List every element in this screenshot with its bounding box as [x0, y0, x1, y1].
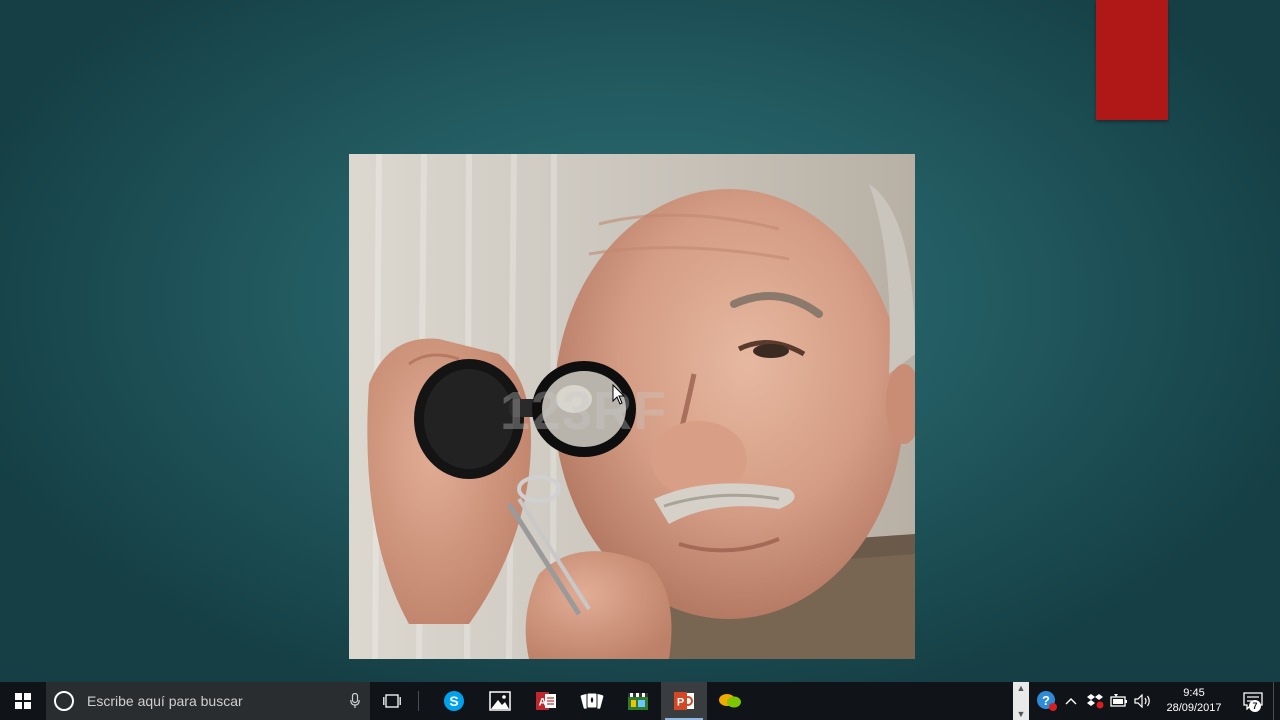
taskbar-clock[interactable]: 9:45 28/09/2017 — [1159, 686, 1229, 716]
scroll-up-icon[interactable]: ▲ — [1017, 682, 1026, 694]
photo-illustration — [349, 154, 915, 659]
slide-accent-bar — [1096, 0, 1168, 120]
clock-date: 28/09/2017 — [1166, 702, 1222, 714]
svg-text:?: ? — [1042, 693, 1050, 708]
notification-count-badge: 7 — [1249, 700, 1261, 712]
svg-text:A: A — [539, 697, 547, 709]
taskbar-app-skype[interactable]: S — [431, 682, 477, 720]
taskbar-app-chat[interactable] — [707, 682, 753, 720]
speaker-icon — [1134, 694, 1150, 708]
cortana-icon — [54, 691, 74, 711]
taskbar-app-powerpoint[interactable]: P — [661, 682, 707, 720]
task-view-icon — [383, 694, 401, 708]
access-icon: A — [536, 692, 556, 710]
volume-tray-button[interactable] — [1131, 682, 1155, 720]
dropbox-icon — [1087, 694, 1104, 709]
taskbar: S A — [0, 682, 1280, 720]
svg-text:P: P — [677, 697, 684, 709]
cards-icon — [580, 692, 604, 709]
show-desktop-button[interactable] — [1273, 682, 1280, 720]
taskbar-search-box[interactable] — [46, 682, 370, 720]
taskbar-separator — [418, 691, 419, 711]
show-hidden-icons-button[interactable] — [1059, 682, 1083, 720]
battery-icon — [1110, 694, 1127, 707]
chat-bubbles-icon — [719, 694, 741, 708]
mouse-cursor-icon — [612, 384, 626, 405]
skype-icon: S — [444, 691, 464, 711]
microphone-button[interactable] — [340, 682, 370, 720]
movie-maker-icon — [628, 693, 648, 710]
start-button[interactable] — [0, 682, 46, 720]
battery-tray-button[interactable] — [1107, 682, 1131, 720]
task-view-button[interactable] — [370, 682, 414, 720]
microphone-icon — [350, 693, 360, 708]
taskbar-scroller[interactable]: ▲ ▼ — [1013, 682, 1029, 720]
action-center-button[interactable]: 7 — [1233, 682, 1273, 720]
scroll-down-icon[interactable]: ▼ — [1017, 708, 1026, 720]
powerpoint-icon: P — [674, 692, 694, 710]
dropbox-tray-button[interactable] — [1083, 682, 1107, 720]
help-tray-button[interactable]: ? — [1035, 682, 1059, 720]
presentation-slide: 123RF — [0, 0, 1280, 682]
taskbar-app-access[interactable]: A — [523, 682, 569, 720]
chevron-up-icon — [1065, 698, 1077, 705]
taskbar-app-solitaire[interactable] — [569, 682, 615, 720]
photos-icon — [489, 691, 511, 711]
taskbar-app-photos[interactable] — [477, 682, 523, 720]
svg-text:S: S — [449, 693, 458, 709]
taskbar-app-movie-maker[interactable] — [615, 682, 661, 720]
help-question-icon: ? — [1037, 691, 1057, 711]
clock-time: 9:45 — [1183, 687, 1205, 699]
windows-logo-icon — [15, 693, 31, 709]
search-input[interactable] — [85, 692, 340, 710]
system-tray: ▲ ▼ ? 9:45 28/09/2017 7 — [1013, 682, 1280, 720]
slide-photo[interactable] — [349, 154, 915, 659]
